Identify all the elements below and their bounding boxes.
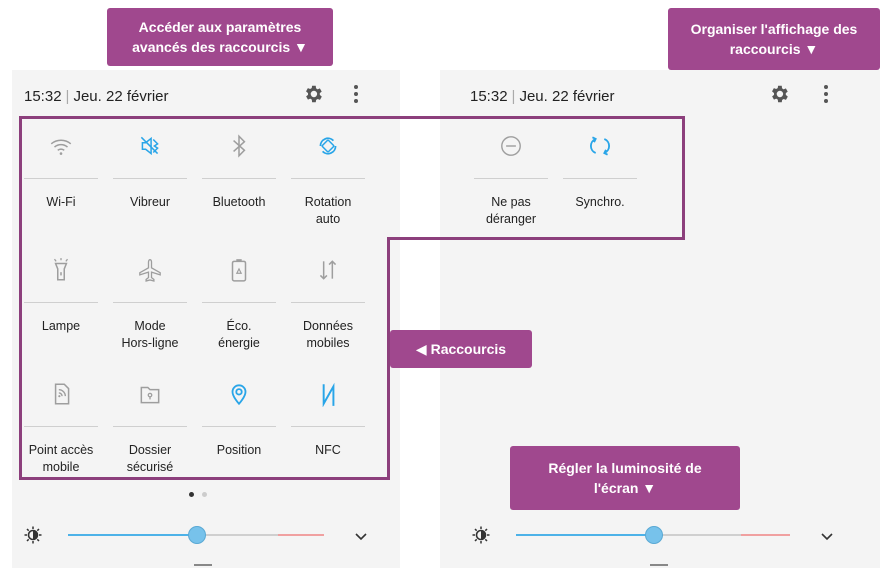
mobile-data-icon[interactable] bbox=[315, 257, 341, 283]
status-separator: | bbox=[65, 88, 70, 105]
shortcut-label: Ne pas déranger bbox=[485, 195, 537, 226]
page-dot-active[interactable] bbox=[189, 492, 194, 497]
tile-divider bbox=[113, 426, 187, 427]
shortcut-label: Position bbox=[216, 443, 262, 457]
brightness-slider[interactable] bbox=[68, 526, 324, 544]
status-time: 15:32 bbox=[24, 88, 62, 105]
sync-icon[interactable] bbox=[587, 133, 613, 159]
shortcut-label: NFC bbox=[315, 443, 341, 457]
status-date: Jeu. 22 février bbox=[73, 88, 169, 105]
slider-track-end bbox=[741, 534, 790, 536]
tile-divider bbox=[113, 302, 187, 303]
vibrate-icon[interactable] bbox=[137, 133, 163, 159]
shortcut-label: Synchro. bbox=[575, 195, 625, 209]
shortcut-label: Mode Hors-ligne bbox=[121, 319, 179, 350]
status-date: Jeu. 22 février bbox=[519, 88, 615, 105]
shortcut-label: Rotation auto bbox=[304, 195, 352, 226]
callout-shortcuts: ◀ Raccourcis bbox=[390, 330, 532, 368]
wifi-icon[interactable] bbox=[48, 133, 74, 159]
status-separator: | bbox=[511, 88, 516, 105]
slider-track-end bbox=[278, 534, 324, 536]
brightness-icon bbox=[24, 526, 42, 544]
rotation-icon[interactable] bbox=[315, 133, 341, 159]
secure-folder-icon[interactable] bbox=[137, 381, 163, 407]
bluetooth-icon[interactable] bbox=[226, 133, 252, 159]
page-dot-inactive[interactable] bbox=[202, 492, 207, 497]
quick-panel-left: 15:32 | Jeu. 22 février Wi-Fi Vibreur Blueto… bbox=[12, 70, 400, 568]
drag-handle[interactable] bbox=[650, 564, 668, 566]
shortcut-label: Wi-Fi bbox=[46, 195, 76, 209]
slider-fill bbox=[68, 534, 196, 536]
brightness-icon bbox=[472, 526, 490, 544]
drag-handle[interactable] bbox=[194, 564, 212, 566]
shortcut-label: Dossier sécurisé bbox=[126, 443, 174, 474]
status-bar-left: 15:32 | Jeu. 22 février bbox=[24, 88, 169, 105]
callout-organize-shortcuts: Organiser l'affichage des raccourcis ▼ bbox=[668, 8, 880, 70]
tile-divider bbox=[291, 426, 365, 427]
brightness-slider[interactable] bbox=[516, 526, 790, 544]
tile-divider bbox=[113, 178, 187, 179]
flashlight-icon[interactable] bbox=[48, 257, 74, 283]
hotspot-icon[interactable] bbox=[48, 381, 74, 407]
tile-divider bbox=[24, 426, 98, 427]
slider-thumb[interactable] bbox=[188, 526, 206, 544]
tile-divider bbox=[24, 302, 98, 303]
shortcut-label: Vibreur bbox=[129, 195, 171, 209]
tile-divider bbox=[202, 302, 276, 303]
tile-divider bbox=[202, 426, 276, 427]
more-options-icon[interactable] bbox=[821, 83, 831, 105]
tile-divider bbox=[291, 178, 365, 179]
location-icon[interactable] bbox=[226, 381, 252, 407]
tile-divider bbox=[24, 178, 98, 179]
tile-divider bbox=[563, 178, 637, 179]
shortcut-label: Lampe bbox=[41, 319, 81, 333]
chevron-down-icon[interactable] bbox=[354, 532, 368, 542]
tile-divider bbox=[291, 302, 365, 303]
more-options-icon[interactable] bbox=[351, 83, 361, 105]
slider-track-rest bbox=[653, 534, 741, 536]
shortcut-label: Éco. énergie bbox=[218, 319, 260, 350]
slider-track-rest bbox=[196, 534, 278, 536]
airplane-icon[interactable] bbox=[137, 257, 163, 283]
slider-fill bbox=[516, 534, 653, 536]
slider-thumb[interactable] bbox=[645, 526, 663, 544]
do-not-disturb-icon[interactable] bbox=[498, 133, 524, 159]
chevron-down-icon[interactable] bbox=[820, 532, 834, 542]
settings-gear-icon[interactable] bbox=[768, 83, 790, 105]
shortcut-label: Données mobiles bbox=[302, 319, 354, 350]
nfc-icon[interactable] bbox=[315, 381, 341, 407]
battery-eco-icon[interactable] bbox=[226, 257, 252, 283]
tile-divider bbox=[202, 178, 276, 179]
callout-advanced-settings: Accéder aux paramètres avancés des racco… bbox=[107, 8, 333, 66]
shortcut-label: Point accès mobile bbox=[28, 443, 94, 474]
status-time: 15:32 bbox=[470, 88, 508, 105]
status-bar-right: 15:32 | Jeu. 22 février bbox=[470, 88, 615, 105]
settings-gear-icon[interactable] bbox=[302, 83, 324, 105]
callout-brightness: Régler la luminosité de l'écran ▼ bbox=[510, 446, 740, 510]
shortcut-label: Bluetooth bbox=[212, 195, 266, 209]
tile-divider bbox=[474, 178, 548, 179]
